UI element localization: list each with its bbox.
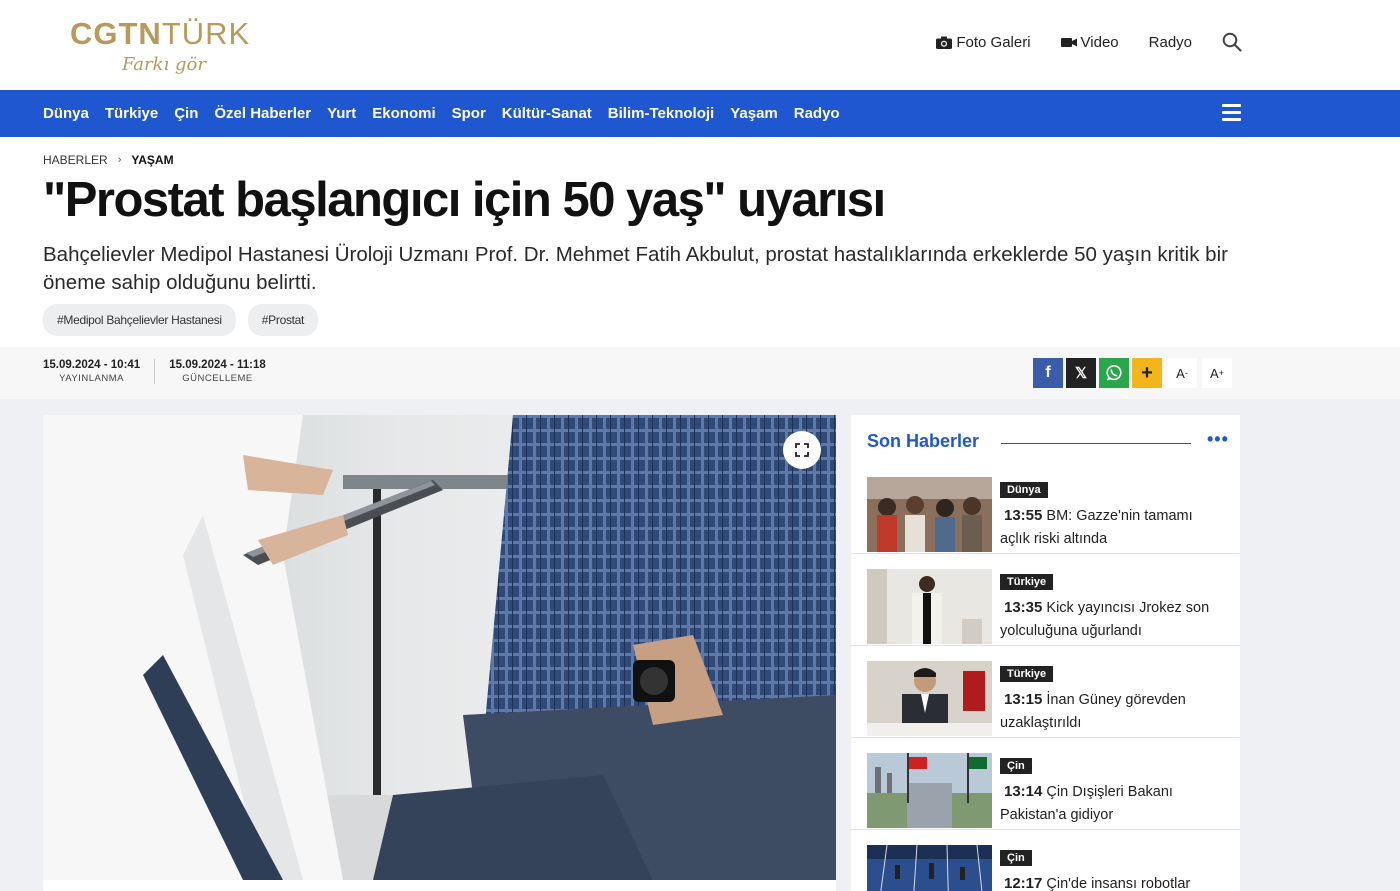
top-links: Foto Galeri Video Radyo — [936, 32, 1242, 52]
news-text: 13:15 İnan Güney görevden uzaklaştırıldı — [1000, 688, 1225, 735]
news-category: Çin — [1000, 850, 1032, 866]
more-share-button[interactable]: + — [1132, 358, 1162, 388]
article-hero-image[interactable] — [43, 415, 836, 880]
breadcrumb-root[interactable]: HABERLER — [43, 153, 108, 167]
font-larger-label: A — [1210, 365, 1219, 381]
camera-icon — [936, 36, 953, 49]
fullscreen-button[interactable] — [783, 431, 821, 469]
radio-link[interactable]: Radyo — [1149, 34, 1192, 51]
breadcrumb-current[interactable]: YAŞAM — [131, 153, 173, 167]
nav-item[interactable]: Yurt — [327, 105, 356, 122]
photo-gallery-label: Foto Galeri — [956, 33, 1031, 51]
news-thumbnail — [867, 661, 992, 736]
news-text: 13:35 Kick yayıncısı Jrokez son yolculuğ… — [1000, 596, 1225, 643]
news-item[interactable]: Dünya 13:55 BM: Gazze'nin tamamı açlık r… — [851, 462, 1240, 554]
video-link[interactable]: Video — [1060, 33, 1119, 51]
font-smaller-sign: - — [1184, 368, 1188, 378]
news-time: 13:35 — [1004, 599, 1043, 616]
news-thumbnail — [867, 569, 992, 644]
news-time: 13:15 — [1004, 691, 1043, 708]
font-smaller-label: A — [1176, 365, 1185, 381]
nav-item[interactable]: Dünya — [43, 105, 89, 122]
share-buttons: f 𝕏 + A- A + — [1033, 358, 1232, 388]
chevron-right-icon: › — [117, 154, 122, 166]
article-meta-bar: 15.09.2024 - 10:41 YAYINLANMA 15.09.2024… — [0, 347, 1400, 399]
updated-date: 15.09.2024 - 11:18 GÜNCELLEME — [154, 359, 280, 384]
hamburger-menu-icon[interactable] — [1222, 104, 1241, 122]
news-item[interactable]: Çin 13:14 Çin Dışişleri Bakanı Pakistan'… — [851, 738, 1240, 830]
breadcrumb: HABERLER › YAŞAM — [43, 153, 174, 167]
nav-item[interactable]: Bilim-Teknoloji — [608, 105, 714, 122]
news-text: 12:17 Çin'de insansı robotlar — [1000, 872, 1225, 891]
font-larger-sign: + — [1218, 368, 1224, 378]
news-thumbnail — [867, 477, 992, 552]
main-nav: Dünya Türkiye Çin Özel Haberler Yurt Ekonomi S… — [0, 90, 1400, 137]
logo-wordmark: CGTNTÜRK — [70, 16, 251, 51]
sidebar-header: Son Haberler ••• — [867, 430, 1229, 455]
article-body-start — [43, 880, 836, 891]
nav-item[interactable]: Ekonomi — [372, 105, 435, 122]
expand-icon — [795, 443, 809, 457]
article-dates: 15.09.2024 - 10:41 YAYINLANMA 15.09.2024… — [43, 359, 280, 384]
x-share-button[interactable]: 𝕏 — [1066, 358, 1096, 388]
font-larger-button[interactable]: A + — [1202, 358, 1232, 388]
nav-items: Dünya Türkiye Çin Özel Haberler Yurt Ekonomi S… — [43, 90, 840, 137]
whatsapp-icon — [1106, 365, 1122, 381]
news-item[interactable]: Çin 12:17 Çin'de insansı robotlar — [851, 830, 1240, 891]
latest-news-sidebar: Son Haberler ••• Dünya 13:55 BM: Gazze'n… — [851, 415, 1240, 891]
logo-tagline: Farkı gör — [122, 54, 206, 75]
photo-gallery-link[interactable]: Foto Galeri — [936, 33, 1031, 51]
nav-item[interactable]: Özel Haberler — [214, 105, 311, 122]
tag-medipol[interactable]: #Medipol Bahçelievler Hastanesi — [43, 304, 236, 336]
nav-item[interactable]: Türkiye — [105, 105, 158, 122]
article-summary: Bahçelievler Medipol Hastanesi Üroloji U… — [43, 243, 1228, 294]
published-value: 15.09.2024 - 10:41 — [43, 359, 141, 371]
nav-item[interactable]: Çin — [174, 105, 198, 122]
search-icon[interactable] — [1222, 32, 1242, 52]
article-tags: #Medipol Bahçelievler Hastanesi #Prostat — [43, 304, 319, 336]
facebook-share-button[interactable]: f — [1033, 358, 1063, 388]
sidebar-divider — [1001, 443, 1191, 444]
site-header: CGTNTÜRK Farkı gör Foto Galeri Video Rad… — [0, 0, 1400, 90]
nav-item[interactable]: Spor — [452, 105, 486, 122]
facebook-icon: f — [1045, 364, 1051, 381]
news-item[interactable]: Türkiye 13:35 Kick yayıncısı Jrokez son … — [851, 554, 1240, 646]
news-time: 12:17 — [1004, 875, 1043, 891]
updated-value: 15.09.2024 - 11:18 — [169, 359, 266, 371]
news-time: 13:55 — [1004, 507, 1043, 524]
sidebar-title[interactable]: Son Haberler — [867, 431, 979, 452]
published-label: YAYINLANMA — [59, 373, 125, 384]
x-icon: 𝕏 — [1074, 365, 1088, 382]
video-camera-icon — [1060, 37, 1077, 47]
plus-icon: + — [1141, 361, 1153, 384]
news-category: Türkiye — [1000, 666, 1054, 682]
news-time: 13:14 — [1004, 783, 1043, 800]
nav-item[interactable]: Yaşam — [730, 105, 778, 122]
news-thumbnail — [867, 753, 992, 828]
doctor-patient-photo — [43, 415, 836, 880]
news-category: Türkiye — [1000, 574, 1054, 590]
news-category: Çin — [1000, 758, 1032, 774]
news-item[interactable]: Türkiye 13:15 İnan Güney görevden uzakla… — [851, 646, 1240, 738]
news-text: 13:55 BM: Gazze'nin tamamı açlık riski a… — [1000, 504, 1225, 551]
news-headline: Çin'de insansı robotlar — [1046, 876, 1191, 891]
news-text: 13:14 Çin Dışişleri Bakanı Pakistan'a gi… — [1000, 780, 1225, 827]
nav-item[interactable]: Kültür-Sanat — [502, 105, 592, 122]
whatsapp-share-button[interactable] — [1099, 358, 1129, 388]
updated-label: GÜNCELLEME — [182, 373, 253, 384]
news-category: Dünya — [1000, 482, 1048, 498]
video-label: Video — [1080, 33, 1119, 51]
article-title: "Prostat başlangıcı için 50 yaş" uyarısı — [43, 173, 886, 227]
font-smaller-button[interactable]: A- — [1167, 358, 1197, 388]
tag-prostat[interactable]: #Prostat — [247, 304, 319, 336]
radio-label: Radyo — [1148, 33, 1192, 51]
more-options-icon[interactable]: ••• — [1207, 430, 1229, 448]
site-logo[interactable]: CGTNTÜRK Farkı gör — [70, 16, 270, 86]
published-date: 15.09.2024 - 10:41 YAYINLANMA — [43, 359, 154, 384]
nav-item[interactable]: Radyo — [794, 105, 840, 122]
news-thumbnail — [867, 845, 992, 891]
